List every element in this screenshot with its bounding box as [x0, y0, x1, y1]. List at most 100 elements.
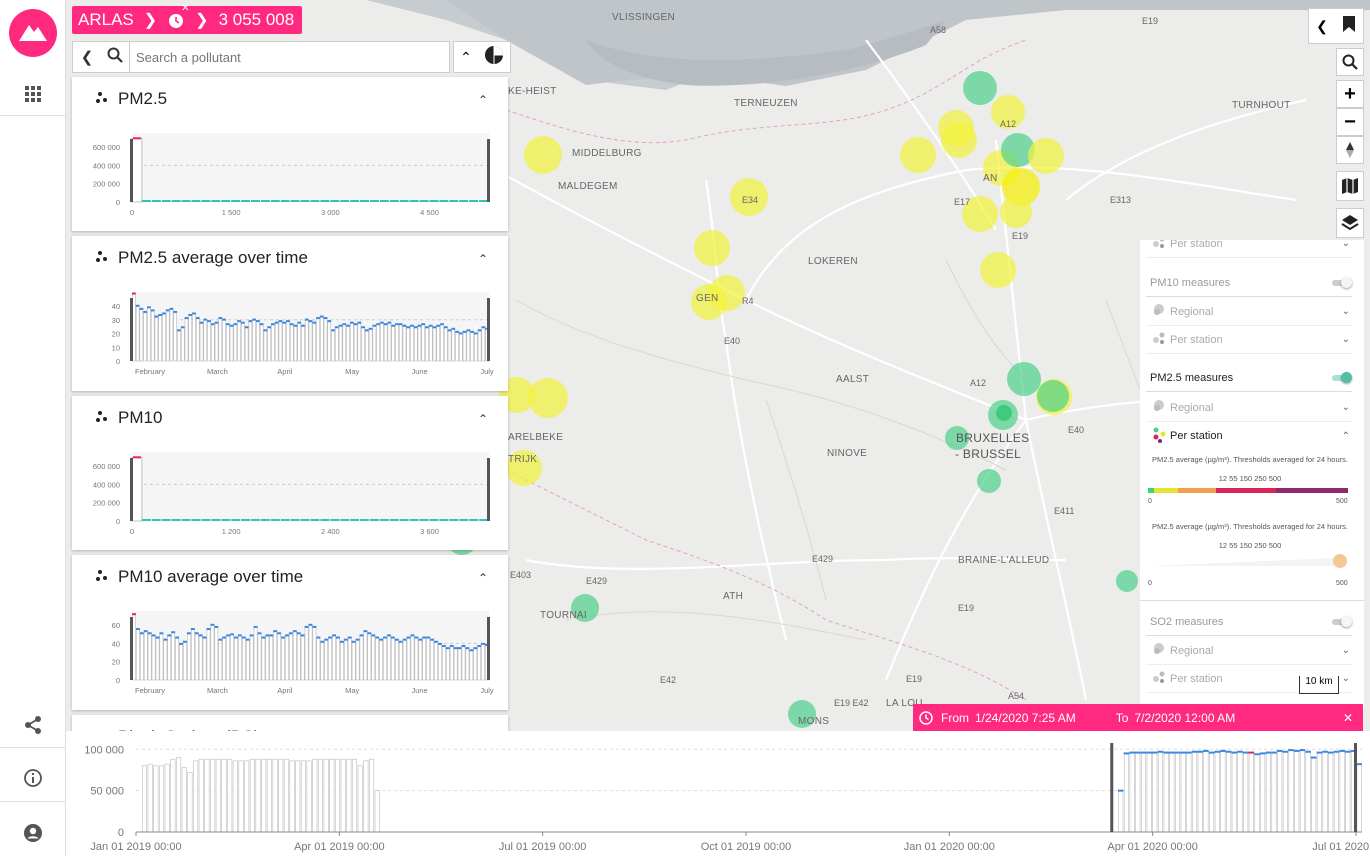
from-value[interactable]: 1/24/2020 7:25 AM	[975, 711, 1076, 725]
x-tick-label: March	[207, 686, 228, 695]
search-input[interactable]	[129, 42, 449, 72]
y-tick-label: 60	[112, 621, 120, 630]
x-tick-label: Jul 01 2019 00:00	[499, 841, 586, 853]
layer-per-station[interactable]: Per station ⌄	[1146, 326, 1352, 354]
x-tick-label: May	[345, 367, 359, 376]
pm25-toggle[interactable]	[1332, 371, 1352, 383]
search-icon[interactable]	[101, 47, 129, 67]
timeline-bar	[215, 758, 221, 833]
time-bar	[249, 635, 254, 681]
city-label: BRAINE-L'ALLEUD	[958, 555, 1050, 566]
to-value[interactable]: 7/2/2020 12:00 AM	[1134, 711, 1235, 725]
timeline-bar	[1248, 752, 1254, 833]
time-bar	[269, 635, 274, 681]
timeline-bar	[176, 757, 182, 833]
road-label: E40	[1068, 425, 1085, 435]
timeline-bar	[255, 758, 261, 833]
info-icon[interactable]	[0, 765, 66, 791]
x-tick-label: Oct 01 2019 00:00	[701, 841, 792, 853]
zoom-out-button[interactable]: −	[1336, 108, 1364, 136]
station-marker	[1028, 138, 1064, 174]
time-bar	[361, 327, 365, 362]
time-bar	[198, 635, 203, 681]
bookmark-icon[interactable]	[1342, 15, 1356, 37]
histogram-bar	[131, 138, 143, 203]
layer-per-station[interactable]: Per station ⌄	[1146, 240, 1352, 258]
time-bar	[350, 322, 354, 362]
apps-grid-icon[interactable]	[0, 80, 66, 108]
time-bar	[462, 331, 467, 362]
time-bar	[167, 635, 172, 681]
time-bar	[281, 637, 285, 681]
x-tick-label: May	[345, 686, 359, 695]
station-marker	[980, 252, 1016, 288]
time-bar	[371, 635, 376, 681]
layer-regional[interactable]: Regional ⌄	[1146, 394, 1352, 422]
pm10-toggle[interactable]	[1332, 276, 1352, 288]
road-label: R4	[742, 296, 754, 306]
close-icon[interactable]: ✕	[1343, 711, 1353, 725]
basemap-button[interactable]	[1336, 171, 1364, 201]
chevron-up-icon[interactable]: ⌃	[1342, 431, 1350, 442]
layers-button[interactable]	[1336, 208, 1364, 238]
chevron-down-icon[interactable]: ⌄	[1342, 673, 1350, 684]
layer-group-pm25[interactable]: PM2.5 measures	[1146, 364, 1352, 392]
city-label: AALST	[836, 374, 870, 385]
pm10-histogram-chart[interactable]: 600 000 400 000 200 000 0 0 1 200 2 400 3 600	[72, 396, 508, 550]
chevron-down-icon[interactable]: ⌄	[1342, 306, 1350, 317]
timeline-chart[interactable]: 100 000 50 000 0 Jan 01 2019 00:00 Apr 01 20…	[66, 731, 1370, 856]
x-tick-label: 0	[130, 527, 134, 536]
chevron-down-icon[interactable]: ⌄	[1342, 402, 1350, 413]
chevron-up-icon[interactable]: ⌃	[460, 49, 472, 66]
time-bar	[171, 631, 176, 681]
app-name[interactable]: ARLAS	[78, 10, 134, 30]
layer-dots-icon	[1152, 670, 1166, 687]
layer-regional[interactable]: Regional ⌄	[1146, 637, 1352, 665]
time-bar	[402, 325, 407, 362]
layer-regional[interactable]: Regional ⌄	[1146, 298, 1352, 326]
chevron-down-icon[interactable]: ⌄	[1342, 645, 1350, 656]
layer-group-so2[interactable]: SO2 measures	[1146, 608, 1352, 636]
time-bar	[406, 637, 411, 681]
pm25-average-chart[interactable]: 40 30 20 10 0 February March April May June July	[72, 236, 508, 391]
brush-handle-left	[1110, 743, 1114, 832]
reset-north-button[interactable]	[1336, 136, 1364, 164]
chevron-left-icon[interactable]: ❮	[1316, 18, 1328, 35]
timeline-bar	[1356, 763, 1362, 833]
time-bar	[470, 331, 474, 362]
chevron-down-icon[interactable]: ⌄	[1342, 334, 1350, 345]
x-tick-label: 2 400	[321, 527, 340, 536]
time-bar	[429, 325, 433, 362]
map-search-button[interactable]	[1336, 48, 1364, 76]
layer-per-station-active[interactable]: Per station ⌃	[1146, 422, 1352, 450]
time-bar	[477, 330, 482, 362]
timeline-bar	[295, 760, 301, 833]
app-logo-icon[interactable]	[0, 8, 66, 58]
pm10-average-chart[interactable]: 60 40 20 0 February March April May June July	[72, 555, 508, 710]
chevron-right-icon: ❯	[195, 12, 209, 29]
time-bar	[453, 647, 458, 681]
city-label: NINOVE	[827, 448, 868, 459]
timeline-bar	[1231, 752, 1237, 833]
account-icon[interactable]	[0, 820, 66, 846]
timeline-bar	[1316, 752, 1322, 833]
time-bar	[402, 639, 407, 681]
time-bar	[316, 637, 321, 681]
share-icon[interactable]	[0, 712, 66, 738]
y-tick-label: 0	[118, 827, 124, 839]
timeline-bar	[1311, 757, 1317, 833]
station-marker	[1037, 380, 1069, 412]
timeline-bar	[1265, 752, 1271, 833]
zoom-in-button[interactable]: +	[1336, 80, 1364, 108]
time-filter-icon[interactable]: ✕	[167, 3, 190, 29]
layer-group-pm10[interactable]: PM10 measures	[1146, 269, 1352, 297]
chevron-down-icon[interactable]: ⌄	[1342, 240, 1350, 249]
time-bar	[449, 645, 454, 681]
pie-chart-icon[interactable]	[484, 45, 504, 70]
layer-blob-icon	[1152, 399, 1166, 416]
so2-toggle[interactable]	[1332, 615, 1352, 627]
pm25-histogram-chart[interactable]: 600 000 400 000 200 000 0 0 1 500 3 000 4 500	[72, 77, 508, 231]
remove-filter-icon[interactable]: ✕	[181, 3, 189, 14]
chevron-left-icon[interactable]: ❮	[73, 48, 101, 66]
brush-handle-right	[487, 458, 490, 521]
